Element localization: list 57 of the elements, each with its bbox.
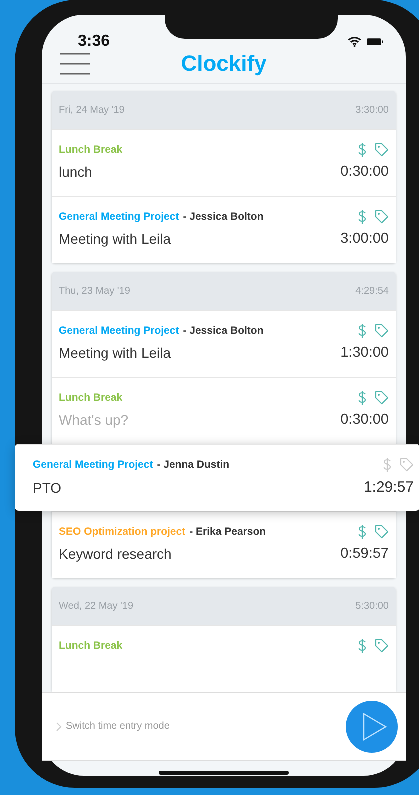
tag-icon[interactable] [400,458,414,472]
tag-icon[interactable] [375,391,389,405]
dollar-icon[interactable] [358,525,367,539]
status-time: 3:36 [78,33,112,51]
entry-description: PTO [33,480,62,496]
entry-description: Meeting with Leila [59,231,172,247]
day-date: Wed, 22 May '19 [59,600,134,612]
time-entry[interactable]: General Meeting Project - Jessica Bolton Meeting with Leila 1:30:00 [52,310,396,377]
dollar-icon[interactable] [358,210,367,224]
dollar-icon[interactable] [383,458,392,472]
battery-icon [367,37,384,47]
app-logo: Clockify [181,51,267,77]
entry-duration: 0:30:00 [340,412,389,428]
wifi-icon [348,36,362,48]
tag-icon[interactable] [375,525,389,539]
entry-description: Keyword research [59,546,172,562]
day-total: 4:29:54 [356,286,389,296]
entry-description: Meeting with Leila [59,345,172,361]
time-entry[interactable]: SEO Optimization project - Erika Pearson Keyword research 0:59:57 [52,511,396,578]
project-name: General Meeting Project [59,211,180,223]
project-name: General Meeting Project [59,325,180,337]
day-date: Fri, 24 May '19 [59,104,125,116]
tag-icon[interactable] [375,324,389,338]
day-date: Thu, 23 May '19 [59,286,130,296]
dollar-icon[interactable] [358,143,367,157]
client-name: - Jenna Dustin [157,459,230,471]
chevron-icon [56,722,62,732]
dollar-icon[interactable] [358,324,367,338]
dollar-icon[interactable] [358,639,367,653]
entry-duration: 1:29:57 [364,479,414,496]
dollar-icon[interactable] [358,391,367,405]
tag-icon[interactable] [375,639,389,653]
day-total: 5:30:00 [356,600,389,612]
entry-description: lunch [59,164,92,180]
description-placeholder: What's up? [59,412,129,428]
project-name: Lunch Break [59,392,123,404]
time-entry[interactable]: Lunch Break What's up? 0:30:00 [52,377,396,444]
menu-icon[interactable] [60,52,90,76]
client-name: - Erika Pearson [190,526,266,538]
play-button[interactable] [346,700,398,752]
entry-duration: 1:30:00 [340,345,389,361]
day-total: 3:30:00 [356,104,389,116]
project-name: General Meeting Project [33,459,154,471]
entry-duration: 0:30:00 [340,164,389,180]
project-name: Lunch Break [59,144,123,156]
client-name: - Jessica Bolton [183,325,264,337]
time-entry[interactable]: Lunch Break lunch 0:30:00 [52,129,396,196]
entry-duration: 3:00:00 [340,231,389,247]
client-name: - Jessica Bolton [183,211,264,223]
project-name: Lunch Break [59,640,123,652]
play-icon [362,712,388,742]
entry-duration: 0:59:57 [340,546,389,562]
tag-icon[interactable] [375,210,389,224]
project-name: SEO Optimization project [59,526,186,538]
time-entry[interactable]: General Meeting Project - Jenna Dustin PTO 1:29:57 [15,444,419,511]
tag-icon[interactable] [375,143,389,157]
time-entry[interactable]: General Meeting Project - Jessica Bolton Meeting with Leila 3:00:00 [52,196,396,263]
